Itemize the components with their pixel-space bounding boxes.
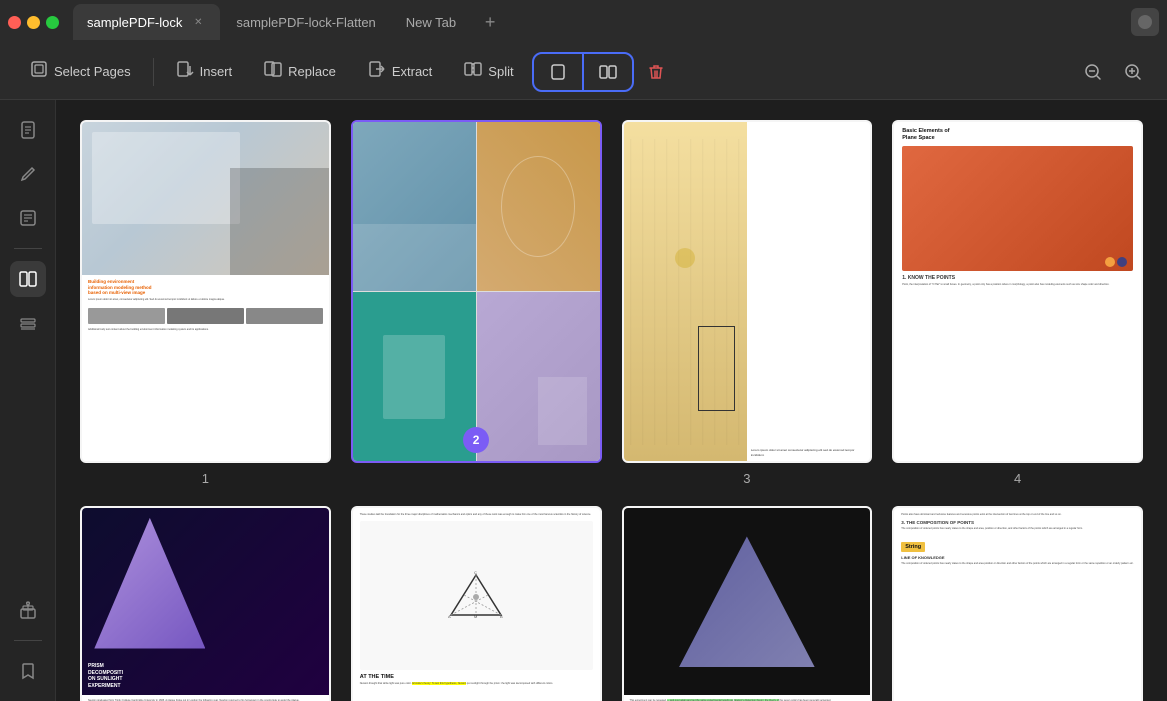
- split-label: Split: [488, 64, 513, 79]
- main-toolbar: Select Pages Insert Replace: [0, 44, 1167, 100]
- page-number-4: 4: [1014, 471, 1021, 486]
- replace-icon: [264, 60, 282, 83]
- replace-label: Replace: [288, 64, 336, 79]
- insert-button[interactable]: Insert: [162, 52, 247, 91]
- new-tab-button[interactable]: +: [476, 8, 504, 36]
- page-card-4[interactable]: Basic Elements ofPlane Space 1. KNOW THE…: [892, 120, 1143, 486]
- sidebar-icon-text[interactable]: [10, 200, 46, 236]
- sidebar-icon-document[interactable]: [10, 112, 46, 148]
- sidebar-icon-pen[interactable]: [10, 156, 46, 192]
- page-thumb-4[interactable]: Basic Elements ofPlane Space 1. KNOW THE…: [892, 120, 1143, 463]
- main-area: Building environmentinformation modeling…: [0, 100, 1167, 701]
- zoom-in-button[interactable]: [1115, 54, 1151, 90]
- sidebar-icon-bookmark[interactable]: [10, 653, 46, 689]
- tab-bar: samplePDF-lock ✕ samplePDF-lock-Flatten …: [0, 0, 1167, 44]
- page-card-1[interactable]: Building environmentinformation modeling…: [80, 120, 331, 486]
- page-thumb-8[interactable]: Points also have dominant and reclusive …: [892, 506, 1143, 701]
- tab-label: New Tab: [406, 15, 456, 30]
- view-toggle-group: [532, 52, 634, 92]
- split-button[interactable]: Split: [450, 52, 527, 91]
- page-thumb-3[interactable]: Lorem ipsum dolor sit amet consectetur a…: [622, 120, 873, 463]
- split-icon: [464, 60, 482, 83]
- svg-text:M: M: [474, 614, 477, 619]
- page-number-1: 1: [202, 471, 209, 486]
- sidebar-divider-2: [14, 640, 42, 641]
- page-card-3[interactable]: Lorem ipsum dolor sit amet consectetur a…: [622, 120, 873, 486]
- left-sidebar: [0, 100, 56, 701]
- page-card-6[interactable]: These studies laid the foundation for th…: [351, 506, 602, 701]
- page-thumb-1[interactable]: Building environmentinformation modeling…: [80, 120, 331, 463]
- zoom-out-button[interactable]: [1075, 54, 1111, 90]
- tab-label: samplePDF-lock-Flatten: [236, 15, 375, 30]
- tab-label: samplePDF-lock: [87, 15, 182, 30]
- extract-icon: [368, 60, 386, 83]
- sidebar-icon-pages[interactable]: [10, 261, 46, 297]
- page-card-5[interactable]: PRISMDECOMPOSITION SUNLIGHTEXPERIMENT Ne…: [80, 506, 331, 701]
- svg-text:B: B: [500, 614, 503, 619]
- page-thumb-2[interactable]: 2: [351, 120, 602, 463]
- select-pages-icon: [30, 60, 48, 83]
- single-page-view-button[interactable]: [534, 54, 584, 90]
- sidebar-icon-gift[interactable]: [10, 592, 46, 628]
- extract-label: Extract: [392, 64, 432, 79]
- extract-button[interactable]: Extract: [354, 52, 446, 91]
- page-card-7[interactable]: This experiment can be repeated — and ov…: [622, 506, 873, 701]
- maximize-traffic-light[interactable]: [46, 16, 59, 29]
- tab-samplepdf-flatten[interactable]: samplePDF-lock-Flatten: [222, 4, 389, 40]
- replace-button[interactable]: Replace: [250, 52, 350, 91]
- select-pages-button[interactable]: Select Pages: [16, 52, 145, 91]
- toolbar-sep-1: [153, 58, 154, 86]
- tab-close-button[interactable]: ✕: [190, 14, 206, 30]
- page-grid: Building environmentinformation modeling…: [56, 100, 1167, 701]
- tab-samplepdf-lock[interactable]: samplePDF-lock ✕: [73, 4, 220, 40]
- close-traffic-light[interactable]: [8, 16, 21, 29]
- delete-button[interactable]: [638, 54, 674, 90]
- app-logo: [1131, 8, 1159, 36]
- page-card-2[interactable]: 2: [351, 120, 602, 486]
- page-badge-2: 2: [463, 427, 489, 453]
- traffic-lights: [8, 16, 59, 29]
- insert-label: Insert: [200, 64, 233, 79]
- sidebar-divider-1: [14, 248, 42, 249]
- page-number-3: 3: [743, 471, 750, 486]
- sidebar-icon-layers[interactable]: [10, 305, 46, 341]
- page-card-8[interactable]: Points also have dominant and reclusive …: [892, 506, 1143, 701]
- svg-text:C: C: [474, 570, 477, 575]
- page-thumb-7[interactable]: This experiment can be repeated — and ov…: [622, 506, 873, 701]
- page-thumb-5[interactable]: PRISMDECOMPOSITION SUNLIGHTEXPERIMENT Ne…: [80, 506, 331, 701]
- select-pages-label: Select Pages: [54, 64, 131, 79]
- page-thumb-6[interactable]: These studies laid the foundation for th…: [351, 506, 602, 701]
- tab-new[interactable]: New Tab: [392, 4, 470, 40]
- minimize-traffic-light[interactable]: [27, 16, 40, 29]
- insert-icon: [176, 60, 194, 83]
- svg-text:A: A: [448, 614, 451, 619]
- two-page-view-button[interactable]: [584, 54, 632, 90]
